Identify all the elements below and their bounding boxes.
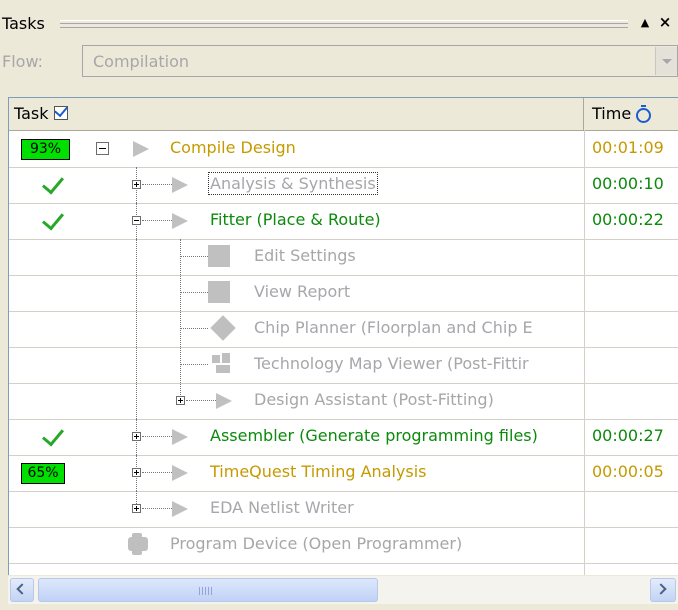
horizontal-scrollbar[interactable] [8,576,678,604]
task-label[interactable]: TimeQuest Timing Analysis [210,462,427,481]
flow-label: Flow: [2,52,44,71]
task-label[interactable]: Program Device (Open Programmer) [170,534,462,553]
task-label[interactable]: Edit Settings [254,246,356,265]
collapse-icon[interactable] [96,142,109,155]
task-row-compile-design[interactable]: 93% Compile Design 00:01:09 [9,131,678,168]
check-icon [41,171,65,195]
task-time: 00:00:10 [592,174,664,193]
task-row-chip-planner[interactable]: Chip Planner (Floorplan and Chip E [9,311,678,348]
tech-map-icon [210,353,232,375]
task-label[interactable]: View Report [254,282,350,301]
column-header-task-label: Task [14,104,49,123]
task-time: 00:00:27 [592,426,664,445]
expand-icon[interactable] [132,504,141,513]
play-icon[interactable] [133,141,149,157]
task-label[interactable]: EDA Netlist Writer [210,498,354,517]
task-time: 00:00:05 [592,462,664,481]
panel-title-bar: Tasks ▲ × [0,12,678,36]
task-label[interactable]: Chip Planner (Floorplan and Chip E [254,318,533,337]
collapse-icon[interactable] [132,216,141,225]
task-row-assembler[interactable]: Assembler (Generate programming files) 0… [9,419,678,456]
scroll-thumb[interactable] [38,578,378,602]
expand-icon[interactable] [132,432,141,441]
task-label[interactable]: Compile Design [170,138,296,157]
task-time: 00:00:22 [592,210,664,229]
play-icon[interactable] [172,213,188,229]
scroll-right-button[interactable] [650,578,676,602]
report-icon [208,281,230,303]
title-grip[interactable] [60,20,628,28]
task-label[interactable]: Technology Map Viewer (Post-Fittir [254,354,529,373]
play-icon[interactable] [172,465,188,481]
flow-select[interactable]: Compilation [82,45,678,77]
check-icon [41,207,65,231]
chevron-down-icon[interactable] [655,47,677,75]
task-label[interactable]: Analysis & Synthesis [208,172,378,195]
column-header-task[interactable]: Task [9,98,584,130]
progress-badge: 93% [21,139,70,160]
task-row-fitter[interactable]: Fitter (Place & Route) 00:00:22 [9,203,678,240]
progress-badge: 65% [21,463,65,484]
scroll-left-button[interactable] [10,578,34,602]
flow-select-value: Compilation [93,52,190,71]
expand-icon[interactable] [176,396,185,405]
check-icon [41,423,65,447]
task-row-timequest[interactable]: 65% TimeQuest Timing Analysis 00:00:05 [9,455,678,492]
grid-header: Task Time [9,98,678,131]
task-grid: Task Time 93% Compile Design 00:01:09 An… [8,97,678,575]
settings-icon [208,245,230,267]
float-panel-button[interactable]: ▲ [638,14,652,32]
play-icon[interactable] [216,393,232,409]
expand-icon[interactable] [132,180,141,189]
play-icon[interactable] [172,501,188,517]
task-label[interactable]: Fitter (Place & Route) [210,210,381,229]
task-row-view-report[interactable]: View Report [9,275,678,312]
column-header-time-label[interactable]: Time [592,104,631,123]
task-label[interactable]: Design Assistant (Post-Fitting) [254,390,494,409]
panel-title: Tasks [2,14,45,33]
chip-planner-icon [210,315,236,341]
task-row-design-assistant[interactable]: Design Assistant (Post-Fitting) [9,383,678,420]
expand-icon[interactable] [132,468,141,477]
task-row-tech-map-viewer[interactable]: Technology Map Viewer (Post-Fittir [9,347,678,384]
stopwatch-icon [636,105,651,123]
close-panel-button[interactable]: × [656,13,674,31]
task-row-program-device[interactable]: Program Device (Open Programmer) [9,527,678,564]
play-icon[interactable] [172,429,188,445]
task-label[interactable]: Assembler (Generate programming files) [210,426,538,445]
play-icon[interactable] [172,177,188,193]
programmer-icon [126,533,152,555]
task-row-edit-settings[interactable]: Edit Settings [9,239,678,276]
task-row-eda-netlist-writer[interactable]: EDA Netlist Writer [9,491,678,528]
task-time: 00:01:09 [592,138,664,157]
task-row-analysis-synthesis[interactable]: Analysis & Synthesis 00:00:10 [9,167,678,204]
checkbox-icon [54,106,68,120]
